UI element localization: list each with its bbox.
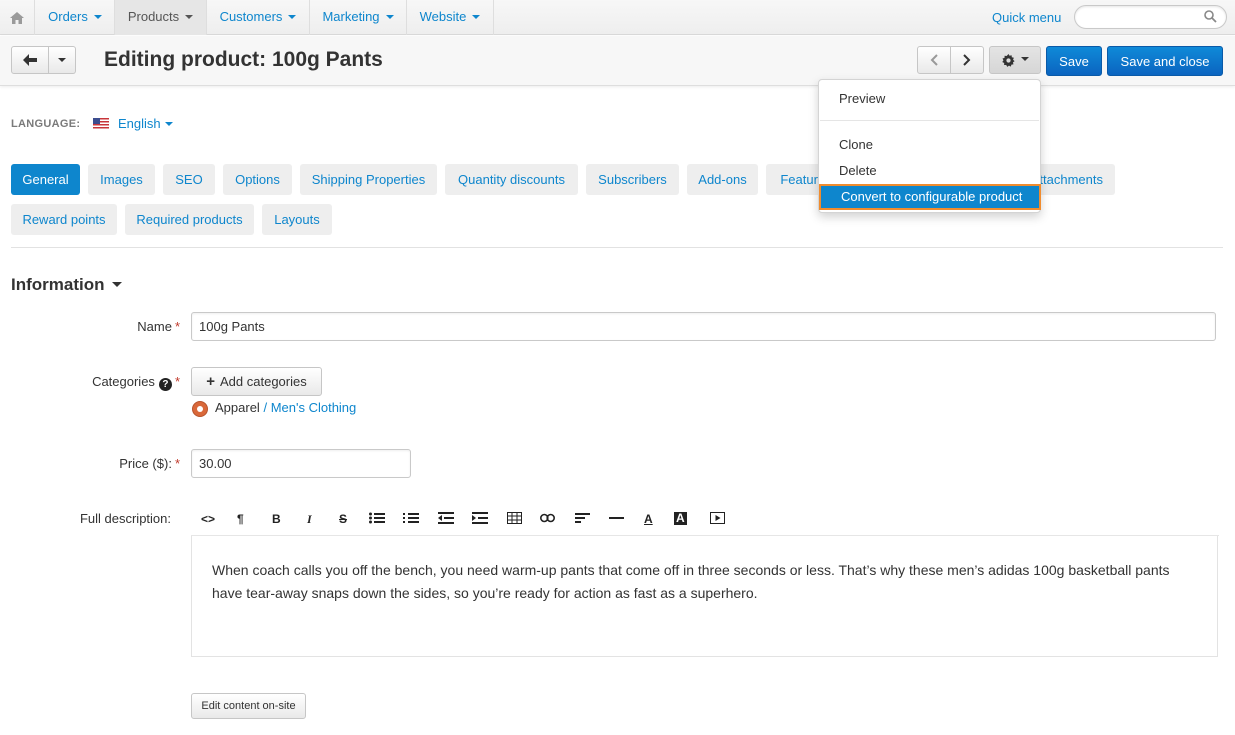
section-title-information[interactable]: Information — [11, 275, 105, 295]
nav-marketing[interactable]: Marketing — [310, 0, 407, 35]
indent-icon[interactable] — [472, 512, 488, 527]
menu-item-delete[interactable]: Delete — [839, 163, 877, 178]
editor-toolbar: <> ¶ B I S A A — [191, 504, 1219, 536]
nav-orders[interactable]: Orders — [36, 0, 115, 35]
prev-product-button[interactable] — [917, 46, 951, 74]
name-label: Name * — [137, 319, 180, 334]
page-header: Editing product: 100g Pants Save Save an… — [0, 36, 1235, 86]
category-link[interactable]: Men's Clothing — [271, 400, 357, 415]
category-separator: / — [263, 400, 268, 415]
strikethrough-icon[interactable]: S — [339, 512, 347, 526]
tab-required-products[interactable]: Required products — [125, 204, 254, 235]
menu-item-convert-to-configurable[interactable]: Convert to configurable product — [819, 184, 1041, 210]
chevron-down-icon — [288, 14, 297, 19]
chevron-down-icon — [385, 14, 394, 19]
unordered-list-icon[interactable] — [369, 512, 385, 527]
page-title: Editing product: 100g Pants — [104, 48, 383, 71]
font-color-icon[interactable]: A — [644, 512, 653, 526]
name-field[interactable]: 100g Pants — [191, 312, 1216, 341]
tab-quantity-discounts[interactable]: Quantity discounts — [445, 164, 578, 195]
chevron-down-icon — [185, 14, 194, 19]
nav-website[interactable]: Website — [407, 0, 494, 35]
tab-layouts[interactable]: Layouts — [262, 204, 332, 235]
video-icon[interactable] — [710, 512, 725, 527]
category-path: Apparel / Men's Clothing — [215, 400, 356, 415]
chevron-down-icon — [58, 58, 66, 62]
tab-images[interactable]: Images — [88, 164, 155, 195]
save-button[interactable]: Save — [1046, 46, 1102, 76]
link-icon[interactable] — [540, 512, 555, 527]
tab-general[interactable]: General — [11, 164, 80, 195]
tab-add-ons[interactable]: Add-ons — [687, 164, 758, 195]
gear-icon — [1001, 53, 1015, 67]
outdent-icon[interactable] — [438, 512, 454, 527]
top-navigation: Orders Products Customers Marketing Webs… — [0, 0, 1235, 35]
nav-customers[interactable]: Customers — [207, 0, 310, 35]
main-category-radio[interactable] — [192, 401, 208, 417]
table-icon[interactable] — [507, 512, 522, 527]
search-input[interactable] — [1074, 5, 1227, 29]
tab-subscribers[interactable]: Subscribers — [586, 164, 679, 195]
settings-dropdown-button[interactable] — [989, 46, 1041, 74]
back-button[interactable] — [11, 46, 49, 74]
history-dropdown-button[interactable] — [49, 46, 76, 74]
language-selector[interactable]: English — [118, 116, 173, 131]
tab-reward-points[interactable]: Reward points — [11, 204, 117, 235]
description-editor[interactable]: When coach calls you off the bench, you … — [191, 536, 1218, 657]
menu-divider — [820, 120, 1039, 121]
settings-dropdown-menu: Preview Clone Delete Convert to configur… — [818, 79, 1041, 213]
italic-icon[interactable]: I — [307, 512, 312, 527]
tab-options[interactable]: Options — [223, 164, 292, 195]
menu-item-clone[interactable]: Clone — [839, 137, 873, 152]
chevron-left-icon — [930, 54, 938, 66]
tab-seo[interactable]: SEO — [163, 164, 215, 195]
category-parent: Apparel — [215, 400, 260, 415]
save-and-close-button[interactable]: Save and close — [1107, 46, 1223, 76]
us-flag-icon — [93, 117, 109, 132]
chevron-down-icon — [164, 121, 173, 126]
price-field[interactable]: 30.00 — [191, 449, 411, 478]
chevron-down-icon[interactable] — [112, 282, 122, 287]
chevron-down-icon — [1020, 57, 1029, 61]
home-icon[interactable] — [0, 0, 35, 35]
align-left-icon[interactable] — [575, 512, 590, 527]
add-categories-button[interactable]: + Add categories — [191, 367, 322, 396]
ordered-list-icon[interactable] — [403, 512, 419, 527]
chevron-down-icon — [93, 14, 102, 19]
help-icon[interactable]: ? — [158, 378, 172, 391]
arrow-left-icon — [23, 54, 37, 66]
chevron-right-icon — [963, 54, 971, 66]
tab-shipping-properties[interactable]: Shipping Properties — [300, 164, 437, 195]
divider — [11, 247, 1223, 248]
search-icon — [1204, 10, 1217, 26]
next-product-button[interactable] — [951, 46, 984, 74]
bold-icon[interactable]: B — [272, 512, 281, 526]
paragraph-icon[interactable]: ¶ — [237, 512, 244, 526]
background-color-icon[interactable]: A — [674, 512, 687, 525]
code-view-icon[interactable]: <> — [201, 512, 215, 526]
edit-content-onsite-button[interactable]: Edit content on-site — [191, 693, 306, 719]
plus-icon: + — [206, 373, 216, 390]
horizontal-rule-icon[interactable] — [609, 512, 624, 527]
nav-products[interactable]: Products — [115, 0, 207, 35]
language-label: LANGUAGE: — [11, 118, 81, 130]
chevron-down-icon — [472, 14, 481, 19]
price-label: Price ($): * — [119, 456, 180, 471]
quick-menu-link[interactable]: Quick menu — [992, 10, 1061, 25]
categories-label: Categories? * — [92, 374, 180, 391]
full-description-label: Full description: — [79, 511, 171, 526]
menu-item-preview[interactable]: Preview — [839, 91, 885, 106]
